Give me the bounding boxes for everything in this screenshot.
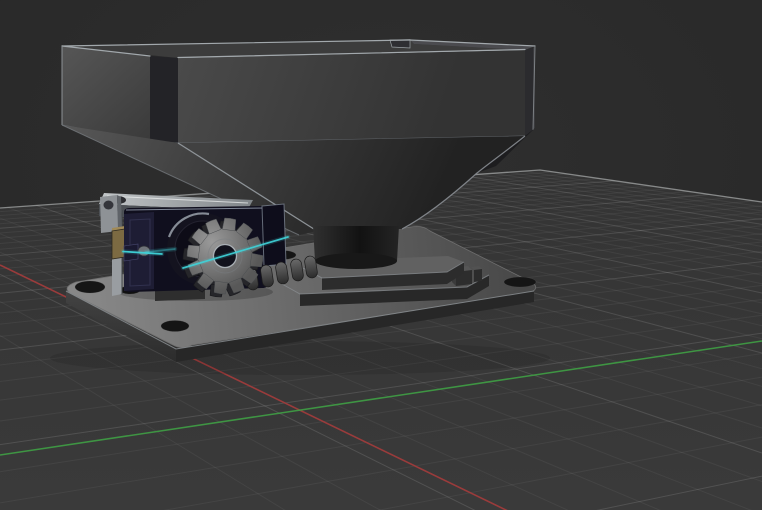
ground-shadow xyxy=(50,341,550,375)
capacitor-body xyxy=(111,228,126,260)
hopper-front-face xyxy=(178,50,525,143)
hopper-corner-chamfer xyxy=(150,56,178,143)
cad-viewport-stage[interactable] xyxy=(0,0,762,510)
mounting-hole xyxy=(160,320,190,332)
bracket-ear-hole xyxy=(103,200,114,210)
mounting-hole xyxy=(503,276,537,288)
mounting-hole xyxy=(74,280,106,294)
motor-end-plate xyxy=(261,203,287,267)
spout-bottom xyxy=(315,253,397,269)
standoff-block2-front xyxy=(474,269,482,282)
viewport-3d[interactable] xyxy=(0,0,762,510)
hopper-right-chamfer xyxy=(525,48,533,136)
